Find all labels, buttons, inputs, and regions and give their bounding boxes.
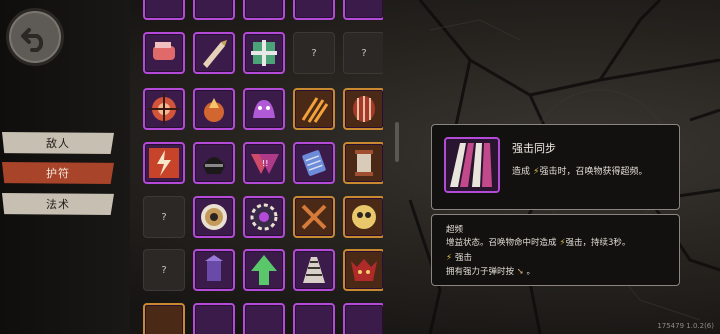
vortex-icon [201, 204, 227, 230]
term1-desc-a: 增益状态。召唤物命中时造成 [446, 238, 557, 248]
svg-text:!!: !! [262, 159, 268, 168]
locked-slot[interactable]: ? [143, 249, 185, 291]
back-button[interactable] [6, 8, 64, 66]
up-arrows-icon [251, 255, 277, 285]
locked-slot[interactable]: ? [343, 32, 383, 74]
warning-triangles-icon: !! [251, 154, 279, 174]
charm-slot[interactable] [243, 249, 285, 291]
tab-enemies[interactable]: 敌人 [2, 132, 114, 154]
term2-label: 强击 [454, 253, 472, 263]
term2-desc-a: 拥有强力子弹时按 [446, 267, 515, 277]
desc-rest: 强击时，召唤物获得超频。 [539, 167, 648, 177]
charm-slot[interactable] [143, 88, 185, 130]
lightning-icon [149, 148, 179, 178]
charm-slot[interactable] [343, 303, 383, 334]
version-label: 175479 1.0.2(6) [657, 322, 714, 330]
charm-slot[interactable] [293, 249, 335, 291]
term2-desc: 拥有强力子弹时按 ➘ 。 [446, 265, 535, 277]
charm-slot[interactable] [343, 142, 383, 184]
fist-icon [153, 42, 175, 60]
tower-icon [205, 255, 223, 281]
crossed-blades-icon [301, 204, 327, 230]
charm-slot[interactable] [193, 142, 235, 184]
charm-slot[interactable] [293, 0, 335, 20]
target-icon [148, 93, 180, 125]
shield-cross-icon [251, 40, 277, 66]
charm-description: 造成 ⚡强击时，召唤物获得超频。 [512, 164, 647, 177]
charm-slot[interactable] [193, 196, 235, 238]
tab-charms[interactable]: 护符 [2, 162, 114, 184]
bullet-charm-icon [203, 40, 227, 68]
unknown-label: ? [161, 264, 167, 276]
fang-icon [353, 96, 375, 122]
term1-desc-b: 强击，持续3秒。 [565, 238, 631, 248]
charm-slot[interactable]: !! [243, 142, 285, 184]
stairs-icon [303, 257, 325, 283]
bullet-icon: ➘ [514, 267, 527, 277]
charm-slot[interactable] [293, 88, 335, 130]
charm-slot[interactable] [143, 142, 185, 184]
demon-face-icon [351, 259, 377, 281]
charm-slot[interactable] [193, 249, 235, 291]
charm-slot[interactable] [243, 88, 285, 130]
back-arrow-icon [21, 28, 44, 52]
charm-slot[interactable] [293, 303, 335, 334]
charm-slot[interactable] [293, 142, 335, 184]
lightning-claw-icon [301, 97, 329, 123]
charm-grid: ? ? !! ? ? [143, 0, 383, 334]
charm-slot[interactable] [343, 196, 383, 238]
keyword-detail-card: 超频 增益状态。召唤物命中时造成 ⚡强击，持续3秒。 ⚡ 强击 拥有强力子弹时按… [431, 214, 680, 286]
term2-title: ⚡ 强击 [446, 251, 472, 263]
charm-info-card: 强击同步 造成 ⚡强击时，召唤物获得超频。 [431, 124, 680, 210]
charm-slot[interactable] [193, 32, 235, 74]
pillar-icon [355, 150, 373, 176]
charm-slot[interactable] [243, 0, 285, 20]
charm-title: 强击同步 [512, 142, 556, 155]
strike-sync-icon [446, 139, 498, 191]
locked-slot[interactable]: ? [293, 32, 335, 74]
term1-desc: 增益状态。召唤物命中时造成 ⚡强击，持续3秒。 [446, 236, 630, 248]
selected-charm-icon [444, 137, 500, 193]
charm-slot[interactable] [343, 0, 383, 20]
tab-spells[interactable]: 法术 [2, 193, 114, 215]
charm-slot[interactable] [343, 249, 383, 291]
charm-slot[interactable] [143, 32, 185, 74]
charm-slot[interactable] [143, 0, 185, 20]
charm-slot[interactable] [243, 303, 285, 334]
charm-slot[interactable] [243, 196, 285, 238]
unknown-label: ? [361, 47, 367, 59]
strike-icon: ⚡ [446, 253, 455, 263]
unknown-label: ? [161, 211, 167, 223]
locked-slot[interactable]: ? [143, 196, 185, 238]
charm-slot[interactable] [243, 32, 285, 74]
helmet-icon [203, 157, 225, 174]
desc-prefix: 造成 [512, 167, 531, 177]
charm-slot[interactable] [193, 88, 235, 130]
term2-desc-end: 。 [526, 267, 536, 277]
slime-icon [253, 100, 275, 118]
scroll-icon [302, 150, 326, 176]
term1-title: 超频 [446, 225, 464, 235]
flame-pot-icon [204, 98, 224, 122]
charm-slot[interactable] [143, 303, 185, 334]
charm-slot[interactable] [193, 0, 235, 20]
gear-crest-icon [250, 203, 278, 231]
charm-slot[interactable] [193, 303, 235, 334]
charm-slot[interactable] [343, 88, 383, 130]
unknown-label: ? [311, 47, 317, 59]
charm-slot[interactable] [293, 196, 335, 238]
scrollbar[interactable] [395, 122, 399, 162]
skull-crest-icon [352, 205, 376, 229]
